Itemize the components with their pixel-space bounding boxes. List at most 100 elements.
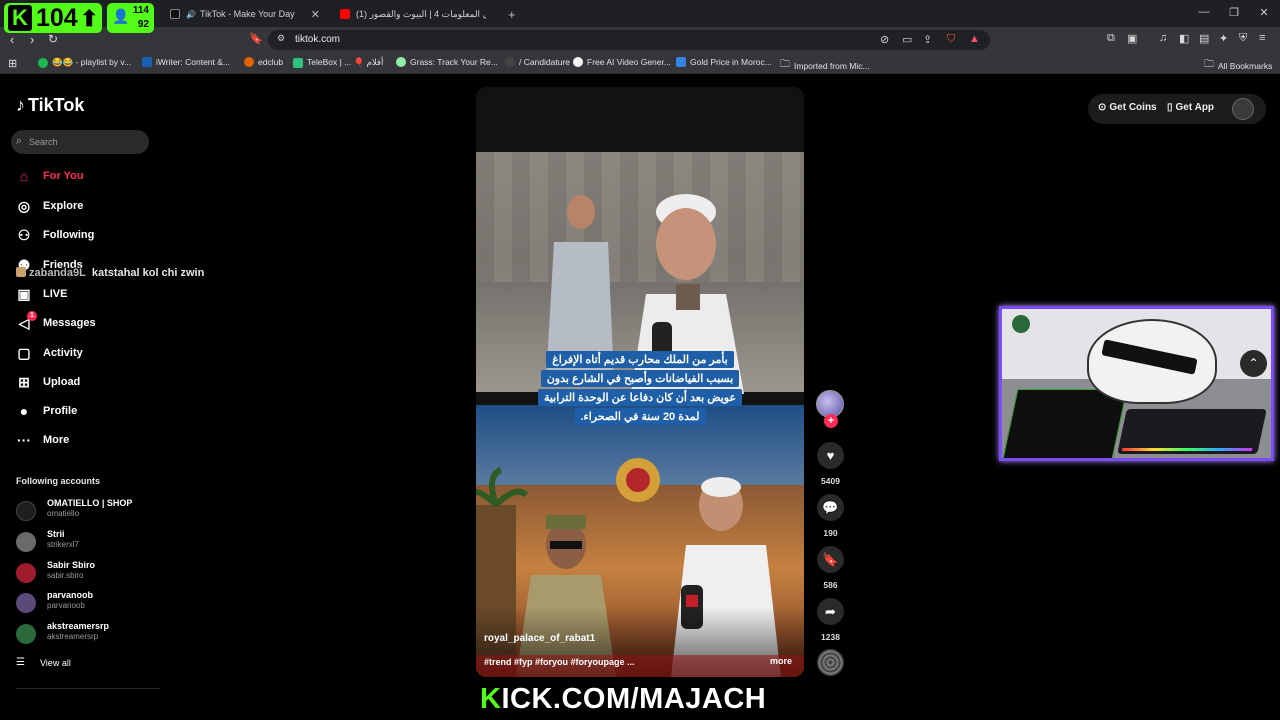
forward-icon[interactable]: › (30, 32, 34, 47)
wallet-icon[interactable]: ▣ (1127, 32, 1137, 45)
bookmark-item[interactable]: Free AI Video Gener... (573, 57, 671, 67)
site-info-icon[interactable]: ⚙ (277, 33, 285, 44)
top-right-actions: ⊙ Get Coins ▯ Get App (1088, 94, 1266, 124)
crypto-wallet-icon[interactable]: ▤ (1199, 32, 1209, 45)
keyboard-image (1117, 409, 1267, 454)
follow-plus-icon[interactable]: + (824, 414, 838, 428)
spotify-icon (38, 57, 48, 68)
tiktok-favicon-icon (170, 9, 180, 19)
sidebar-item-messages[interactable]: ◁ 1 Messages (16, 310, 96, 333)
kick-count: 104 (36, 4, 78, 32)
back-icon[interactable]: ‹ (10, 32, 14, 47)
following-account[interactable]: parvanoob parvanoob (16, 590, 166, 616)
youtube-favicon-icon (340, 9, 350, 19)
bookmark-folder[interactable]: 🗀 Imported from Mic... (780, 57, 870, 74)
divider (16, 688, 160, 689)
reload-icon[interactable]: ↻ (48, 32, 58, 46)
video-caption-overlay: بأمر من الملك محارب قديم أتاه الإفراغ بس… (530, 351, 750, 427)
restore-icon[interactable]: ❐ (1224, 6, 1244, 19)
sidebar-item-activity[interactable]: ▢ Activity (16, 343, 82, 363)
following-account[interactable]: OMATIELLO | SHOP omatiello (16, 498, 166, 524)
bookmark-item[interactable]: 😂😂 - playlist by v... (38, 57, 131, 68)
brave-rewards-icon[interactable]: ▲ (969, 33, 980, 45)
more-button[interactable]: more (770, 656, 792, 666)
following-account[interactable]: akstreamersrp akstreamersrp (16, 621, 166, 647)
get-app-button[interactable]: ▯ Get App (1167, 102, 1214, 113)
music-disc-icon[interactable] (817, 649, 844, 676)
stream-chat-message: zabanda9L katstahal kol chi zwin (16, 267, 204, 279)
share-icon[interactable]: ⇪ (923, 33, 932, 46)
messages-badge: 1 (27, 310, 37, 321)
sidebar-item-following[interactable]: ⚇ Following (16, 225, 95, 245)
bookmark-item[interactable]: edclub (244, 57, 283, 67)
like-button[interactable]: ♥ (817, 442, 844, 469)
tab-label: تحدي المعلومات 4 | البيوت والقصور (1) (356, 8, 486, 19)
sidebar-item-explore[interactable]: ◎ Explore (16, 196, 83, 216)
bookmark-item[interactable]: Grass: Track Your Re... (396, 57, 498, 67)
following-account[interactable]: Sabir Sbiro sabir.sbiro (16, 560, 166, 586)
close-tab-icon[interactable]: ✕ (311, 8, 320, 21)
tab-tiktok[interactable]: 🔊 TikTok - Make Your Day ✕ (160, 3, 328, 25)
view-all-link[interactable]: ☰ View all (16, 657, 71, 668)
all-bookmarks[interactable]: 🗀 All Bookmarks (1204, 57, 1272, 74)
bookmark-item[interactable]: / Candidature (505, 57, 570, 67)
avatar (16, 624, 36, 644)
channel-logo-icon (1012, 315, 1030, 333)
following-account[interactable]: Strii strikerxl7 (16, 529, 166, 555)
stat-a: 114 (132, 5, 149, 16)
bookmark-item[interactable]: TeleBox | ... 🎈 أفلام (293, 57, 383, 68)
sidebar-item-more[interactable]: ··· More (16, 430, 69, 450)
list-icon: ☰ (16, 657, 25, 668)
vpn-icon[interactable]: ⛨ (1239, 32, 1247, 45)
tiktok-logo[interactable]: ♪ TikTok (16, 95, 84, 116)
scroll-up-button[interactable]: ⌃ (1240, 350, 1267, 377)
search-input[interactable] (29, 134, 139, 150)
menu-icon[interactable]: ≡ (1259, 32, 1265, 44)
streamer-cam-overlay (999, 306, 1274, 461)
sidebar-item-live[interactable]: ▣ LIVE (16, 284, 67, 304)
new-tab-button[interactable]: + (498, 3, 516, 25)
bookmark-icon[interactable]: 🔖 (249, 32, 263, 45)
profile-icon: ● (19, 403, 29, 419)
sidebar-toggle-icon[interactable]: ◧ (1179, 32, 1189, 45)
arrow-up-icon: ⬆ (80, 6, 99, 31)
address-bar[interactable]: ⚙ tiktok.com ⊘ ▭ ⇪ ⛉ ▲ (268, 30, 990, 50)
brave-shield-icon[interactable]: ⛉ (947, 33, 955, 46)
user-avatar[interactable] (1232, 98, 1254, 120)
leo-ai-icon[interactable]: ✦ (1219, 32, 1228, 45)
telebox-icon (293, 57, 303, 68)
bookmark-icon: 🔖 (822, 552, 839, 567)
kick-follower-badge: K 104 ⬆ (4, 3, 102, 33)
video-author-name[interactable]: royal_palace_of_rabat1 (484, 633, 595, 644)
sidebar-item-profile[interactable]: ● Profile (16, 401, 77, 421)
search-box: ⌕ (11, 130, 149, 154)
mousepad-image (1002, 389, 1128, 458)
cast-off-icon[interactable]: ⊘ (880, 33, 889, 46)
save-button[interactable]: 🔖 (817, 546, 844, 573)
sidebar-item-upload[interactable]: ⊞ Upload (16, 372, 80, 392)
extensions-icon[interactable]: ⧉ (1107, 32, 1115, 45)
video-hashtags[interactable]: #trend #fyp #foryou #foryoupage ... (484, 657, 635, 667)
get-coins-button[interactable]: ⊙ Get Coins (1098, 102, 1157, 113)
minimize-icon[interactable]: — (1194, 6, 1214, 18)
chat-username: zabanda9L (29, 267, 86, 279)
share-button[interactable]: ➦ (817, 598, 844, 625)
brand-name: TikTok (28, 95, 85, 115)
browser-tab-bar: 🔊 TikTok - Make Your Day ✕ تحدي المعلوما… (0, 0, 1280, 27)
media-icon[interactable]: ♫ (1159, 32, 1167, 44)
user-icon: 👤 (112, 8, 130, 24)
bookmark-item[interactable]: iWriter: Content &... (142, 57, 230, 67)
gold-price-icon (676, 57, 686, 67)
tab-youtube[interactable]: تحدي المعلومات 4 | البيوت والقصور (1) (330, 3, 498, 25)
phone-icon: ▯ (1167, 102, 1173, 113)
bookmark-item[interactable]: Gold Price in Moroc... (676, 57, 772, 67)
apps-grid-icon[interactable]: ⊞ (8, 57, 17, 70)
window-close-icon[interactable]: ✕ (1254, 6, 1274, 19)
comment-icon: 💬 (822, 500, 839, 515)
install-app-icon[interactable]: ▭ (902, 33, 912, 46)
address-toolbar: ‹ › ↻ 🔖 ⚙ tiktok.com ⊘ ▭ ⇪ ⛉ ▲ ⧉ ▣ ♫ ◧ ▤… (0, 27, 1280, 53)
video-player[interactable]: بأمر من الملك محارب قديم أتاه الإفراغ بس… (476, 87, 804, 677)
user-plus-icon: ⚇ (17, 226, 31, 243)
comment-button[interactable]: 💬 (817, 494, 844, 521)
sidebar-item-for-you[interactable]: ⌂ For You (16, 166, 84, 186)
